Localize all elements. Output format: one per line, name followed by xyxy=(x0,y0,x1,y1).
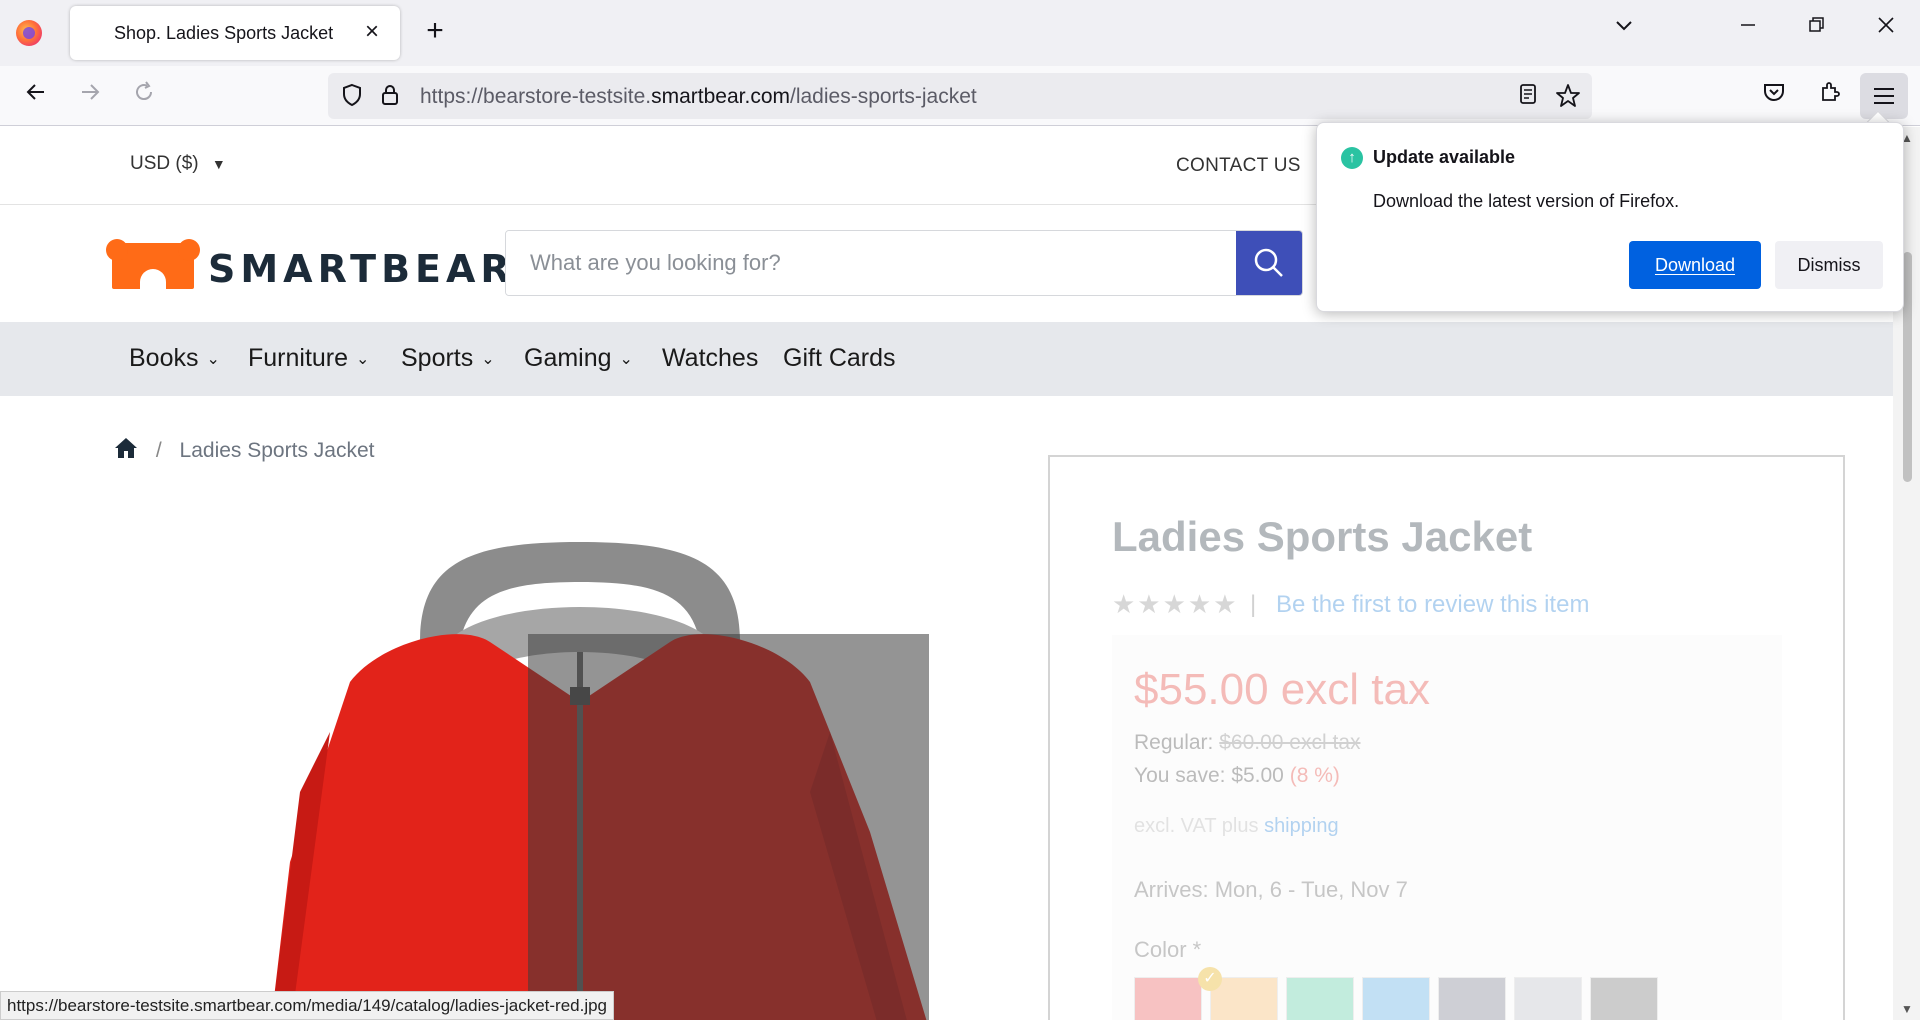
category-sports[interactable]: Sports ⌄ xyxy=(401,344,495,373)
category-label: Watches xyxy=(662,344,759,372)
price-panel: $55.00 excl tax Regular: $60.00 excl tax… xyxy=(1112,635,1782,1020)
color-swatch-gray[interactable] xyxy=(1438,977,1506,1020)
category-label: Books xyxy=(129,344,199,372)
regular-price-value: $60.00 excl tax xyxy=(1219,731,1361,754)
tab-active[interactable]: Shop. Ladies Sports Jacket × xyxy=(70,6,400,60)
shipping-link[interactable]: shipping xyxy=(1264,815,1339,837)
product-price: $55.00 excl tax xyxy=(1134,665,1430,714)
you-save: You save: $5.00 (8 %) xyxy=(1134,764,1340,788)
update-arrow-icon: ↑ xyxy=(1341,147,1363,169)
currency-label: USD ($) xyxy=(130,153,199,174)
app-menu-button[interactable] xyxy=(1860,73,1908,119)
close-window-icon[interactable] xyxy=(1866,14,1906,42)
search-icon xyxy=(1254,248,1283,277)
scroll-down-arrow-icon[interactable]: ▼ xyxy=(1901,1002,1913,1016)
chevron-down-icon: ⌄ xyxy=(481,351,495,368)
extensions-icon[interactable] xyxy=(1812,80,1848,110)
category-label: Gaming xyxy=(524,344,612,372)
breadcrumb-current: Ladies Sports Jacket xyxy=(179,439,375,462)
zoom-lens[interactable] xyxy=(528,634,929,1020)
status-url-tooltip: https://bearstore-testsite.smartbear.com… xyxy=(0,991,615,1020)
hamburger-line xyxy=(1874,102,1894,104)
url-path: /ladies-sports-jacket xyxy=(790,85,977,108)
restore-icon[interactable] xyxy=(1796,14,1836,42)
search-box xyxy=(505,230,1303,296)
color-swatch-blue[interactable] xyxy=(1362,977,1430,1020)
arrives-value: Mon, 6 - Tue, Nov 7 xyxy=(1214,877,1408,902)
chevron-down-icon: ⌄ xyxy=(356,351,370,368)
category-label: Furniture xyxy=(248,344,349,372)
popup-message: Download the latest version of Firefox. xyxy=(1373,191,1680,211)
pocket-icon[interactable] xyxy=(1756,80,1792,110)
category-gift-cards[interactable]: Gift Cards xyxy=(783,344,896,373)
color-swatch-green[interactable] xyxy=(1286,977,1354,1020)
you-save-label: You save: xyxy=(1134,764,1226,787)
update-available-popup: ↑ Update available Download the latest v… xyxy=(1316,122,1904,312)
contact-us-link[interactable]: CONTACT US xyxy=(1176,155,1301,177)
category-menu: Books ⌄ Furniture ⌄ Sports ⌄ Gaming ⌄ Watche… xyxy=(0,322,1893,396)
tab-title: Shop. Ladies Sports Jacket xyxy=(114,23,334,43)
download-button[interactable]: Download xyxy=(1629,241,1761,289)
list-all-tabs-icon[interactable] xyxy=(1604,14,1644,42)
you-save-percent: (8 %) xyxy=(1289,764,1340,787)
rating-stars: ★★★★★ xyxy=(1112,589,1239,619)
regular-price: Regular: $60.00 excl tax xyxy=(1134,731,1361,755)
breadcrumb-separator: / xyxy=(155,439,162,462)
category-label: Sports xyxy=(401,344,474,372)
chevron-down-icon: ▼ xyxy=(211,156,226,172)
hamburger-line xyxy=(1874,95,1894,97)
review-separator: | xyxy=(1250,591,1257,618)
search-input[interactable] xyxy=(506,231,1236,295)
back-icon[interactable] xyxy=(18,80,54,110)
color-swatch-light-gray[interactable] xyxy=(1514,977,1582,1020)
chevron-down-icon: ⌄ xyxy=(206,351,220,368)
arrives-label: Arrives: xyxy=(1134,877,1209,902)
reload-icon[interactable] xyxy=(126,80,162,110)
lock-icon[interactable] xyxy=(376,83,404,109)
store-logo[interactable]: SMARTBEAR xyxy=(106,239,510,291)
category-gaming[interactable]: Gaming ⌄ xyxy=(524,344,633,373)
review-link[interactable]: Be the first to review this item xyxy=(1276,591,1589,619)
product-info-box: Ladies Sports Jacket ★★★★★ | Be the firs… xyxy=(1048,455,1845,1020)
dismiss-button[interactable]: Dismiss xyxy=(1775,241,1883,289)
forward-icon[interactable] xyxy=(72,80,108,110)
bear-logo-icon xyxy=(106,239,200,289)
breadcrumb: / Ladies Sports Jacket xyxy=(114,437,374,465)
color-label: Color * xyxy=(1134,937,1202,962)
delivery-estimate: Arrives: Mon, 6 - Tue, Nov 7 xyxy=(1134,877,1408,903)
navigation-toolbar: https://bearstore-testsite.smartbear.com… xyxy=(0,66,1920,126)
reader-view-icon[interactable] xyxy=(1514,83,1542,109)
chevron-down-icon: ⌄ xyxy=(619,351,633,368)
url-text[interactable]: https://bearstore-testsite.smartbear.com… xyxy=(420,85,977,109)
tab-close-icon[interactable]: × xyxy=(358,18,386,46)
new-tab-button[interactable]: + xyxy=(418,14,452,48)
scroll-thumb[interactable] xyxy=(1903,252,1912,482)
category-watches[interactable]: Watches xyxy=(662,344,758,373)
product-title: Ladies Sports Jacket xyxy=(1112,513,1533,560)
category-books[interactable]: Books ⌄ xyxy=(129,344,220,373)
hamburger-line xyxy=(1874,88,1894,90)
vat-text: excl. VAT plus xyxy=(1134,815,1259,837)
home-icon[interactable] xyxy=(114,437,138,465)
currency-selector[interactable]: USD ($) ▼ xyxy=(130,153,226,175)
selected-check-icon: ✓ xyxy=(1198,967,1222,991)
tracking-protection-icon[interactable] xyxy=(338,83,366,109)
category-label: Gift Cards xyxy=(783,344,896,372)
tab-bar: Shop. Ladies Sports Jacket × + xyxy=(0,0,1920,66)
url-host: smartbear.com xyxy=(651,85,790,108)
bookmark-star-icon[interactable] xyxy=(1554,83,1582,109)
category-furniture[interactable]: Furniture ⌄ xyxy=(248,344,369,373)
logo-text: SMARTBEAR xyxy=(208,247,515,291)
color-swatch-dark-gray[interactable] xyxy=(1590,977,1658,1020)
regular-price-label: Regular: xyxy=(1134,731,1214,754)
minimize-icon[interactable] xyxy=(1728,14,1768,42)
you-save-amount: $5.00 xyxy=(1231,764,1284,787)
popup-title: Update available xyxy=(1373,147,1516,167)
color-swatch-red[interactable] xyxy=(1134,977,1202,1020)
url-bar[interactable]: https://bearstore-testsite.smartbear.com… xyxy=(328,73,1592,119)
vat-note: excl. VAT plus shipping xyxy=(1134,815,1339,838)
url-prefix: https://bearstore-testsite. xyxy=(420,85,652,108)
firefox-logo-icon[interactable] xyxy=(16,20,42,46)
search-button[interactable] xyxy=(1236,231,1302,295)
